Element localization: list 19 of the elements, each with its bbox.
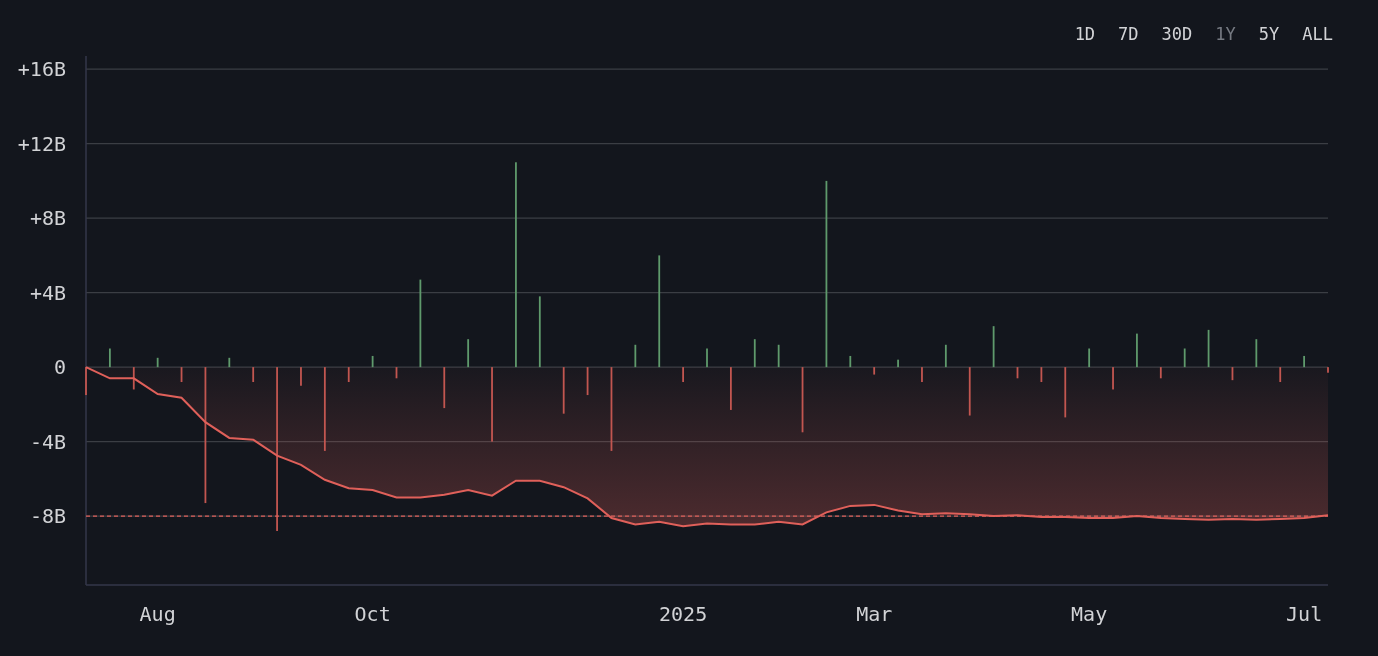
y-axis-label: +16B	[17, 57, 66, 82]
y-axis-label: 0	[53, 355, 66, 380]
x-axis-label: May	[1071, 602, 1108, 626]
range-tab[interactable]: 5Y	[1257, 20, 1281, 48]
x-axis-label: Mar	[856, 602, 893, 626]
range-tab[interactable]: 30D	[1160, 20, 1194, 48]
x-axis-label: Aug	[139, 602, 176, 626]
y-axis-label: +8B	[29, 206, 66, 231]
x-axis-label: 2025	[659, 602, 708, 626]
range-tab[interactable]: 1D	[1073, 20, 1097, 48]
y-axis-label: +12B	[17, 131, 66, 156]
y-axis-label: -8B	[29, 504, 66, 529]
range-tab[interactable]: 1Y	[1214, 20, 1237, 48]
x-axis-label: Jul	[1286, 602, 1323, 626]
range-tab[interactable]: ALL	[1301, 20, 1334, 48]
x-axis-label: Oct	[354, 602, 391, 626]
y-axis-label: -4B	[29, 429, 66, 454]
range-tab[interactable]: 7D	[1117, 20, 1140, 48]
y-axis-label: +4B	[29, 280, 66, 305]
